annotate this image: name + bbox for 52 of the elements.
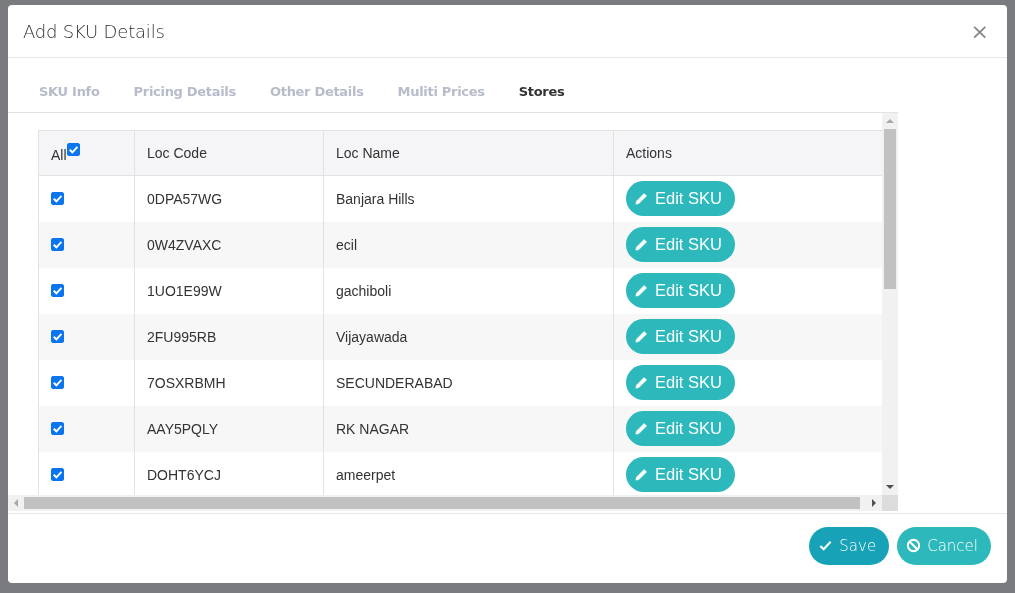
save-button[interactable]: Save bbox=[809, 526, 890, 565]
table-cell: SECUNDERABAD bbox=[323, 359, 614, 406]
pencil-icon bbox=[634, 467, 649, 482]
pencil-icon bbox=[634, 329, 649, 344]
edit-sku-button[interactable]: Edit SKU bbox=[626, 411, 735, 446]
close-button[interactable]: × bbox=[968, 18, 991, 44]
pencil-icon bbox=[634, 191, 649, 207]
tab[interactable]: Other Details bbox=[260, 78, 373, 105]
check-icon bbox=[818, 538, 834, 553]
edit-sku-button[interactable]: Edit SKU bbox=[626, 227, 735, 262]
tab[interactable]: Muliti Prices bbox=[388, 78, 494, 105]
checkbox[interactable] bbox=[51, 468, 64, 481]
checkbox[interactable] bbox=[51, 238, 64, 251]
table-cell: 0W4ZVAXC bbox=[134, 221, 324, 268]
vertical-scrollbar[interactable] bbox=[882, 113, 898, 495]
pencil-icon bbox=[634, 421, 649, 436]
checkbox[interactable] bbox=[51, 422, 64, 435]
scrollbar-corner bbox=[882, 495, 898, 511]
edit-sku-button[interactable]: Edit SKU bbox=[626, 457, 735, 492]
column-header: Actions bbox=[613, 130, 882, 176]
edit-sku-button[interactable]: Edit SKU bbox=[626, 181, 735, 217]
horizontal-scrollbar[interactable] bbox=[8, 495, 898, 511]
tab[interactable]: Pricing Details bbox=[124, 78, 245, 105]
tab[interactable]: SKU Info bbox=[30, 78, 109, 105]
table-cell: 0DPA57WG bbox=[134, 175, 324, 222]
checkbox[interactable] bbox=[51, 330, 64, 343]
pencil-icon bbox=[634, 375, 649, 390]
table-cell: ecil bbox=[323, 221, 614, 268]
select-all-label: All bbox=[51, 147, 67, 164]
tab[interactable]: Stores bbox=[509, 78, 574, 105]
table-cell: 2FU995RB bbox=[134, 313, 324, 360]
checkbox[interactable] bbox=[51, 192, 64, 206]
ban-icon bbox=[906, 538, 922, 553]
edit-sku-button[interactable]: Edit SKU bbox=[626, 273, 735, 308]
checkbox[interactable] bbox=[51, 376, 64, 389]
table-cell: RK NAGAR bbox=[323, 405, 614, 452]
cancel-button[interactable]: Cancel bbox=[897, 526, 991, 565]
table-cell: gachiboli bbox=[323, 267, 614, 314]
table-cell: Banjara Hills bbox=[323, 175, 614, 222]
checkbox[interactable] bbox=[51, 284, 64, 297]
checkbox[interactable] bbox=[66, 142, 80, 156]
edit-sku-button[interactable]: Edit SKU bbox=[626, 319, 735, 354]
table-cell: Vijayawada bbox=[323, 313, 614, 360]
column-header: Loc Code bbox=[134, 130, 324, 176]
table-cell: 1UO1E99W bbox=[134, 267, 324, 314]
dialog-title: Add SKU Details bbox=[23, 20, 165, 42]
column-header: Loc Name bbox=[323, 130, 614, 176]
edit-sku-button[interactable]: Edit SKU bbox=[626, 365, 735, 400]
pencil-icon bbox=[634, 237, 649, 252]
table-cell: AAY5PQLY bbox=[134, 405, 324, 452]
table-cell: 7OSXRBMH bbox=[134, 359, 324, 406]
pencil-icon bbox=[634, 283, 649, 298]
